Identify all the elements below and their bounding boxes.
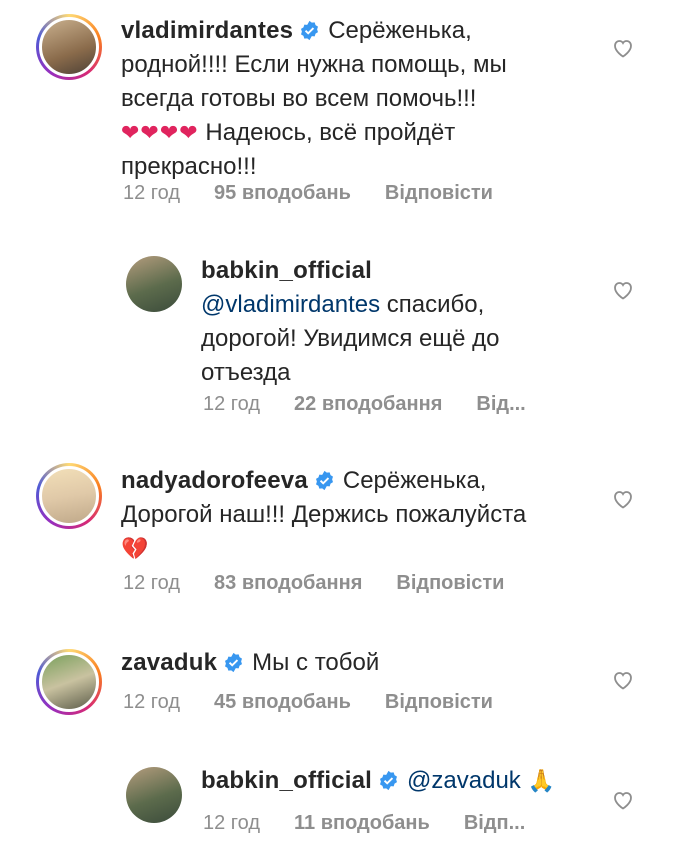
comment-time: 12 год [203,393,261,415]
heart-outline-icon[interactable] [611,668,635,692]
comment-body: babkin_official @vladimirdantes спасибо,… [201,254,531,390]
reply-button[interactable]: Відп... [464,812,525,835]
avatar[interactable] [126,256,182,312]
verified-badge-icon [301,20,319,41]
comment-text: Мы с тобой [252,649,380,676]
comment-meta: 12 год 11 вподобань Відп... [203,812,525,835]
broken-heart-emoji: 💔 [121,536,150,561]
likes-count[interactable]: 22 вподобання [294,393,442,416]
verified-badge-icon [315,470,333,491]
mention-link[interactable]: @zavaduk [407,767,521,794]
comment-body: vladimirdantes Серёженька, родной!!!! Есл… [121,14,571,184]
reply-button[interactable]: Відповісти [385,691,493,714]
comment-meta: 12 год 45 вподобань Відповісти [123,691,493,714]
likes-count[interactable]: 95 вподобань [214,182,351,205]
comment-meta: 12 год 22 вподобання Від... [203,393,526,416]
heart-outline-icon[interactable] [611,487,635,511]
verified-badge-icon [225,652,243,673]
heart-outline-icon[interactable] [611,278,635,302]
comment-username[interactable]: babkin_official [201,257,372,284]
avatar[interactable] [36,463,102,529]
praying-hands-emoji: 🙏 [527,768,556,793]
comment-body: zavaduk Мы с тобой [121,646,581,680]
comment-time: 12 год [123,182,181,204]
comment-meta: 12 год 83 вподобання Відповісти [123,572,504,595]
comment-time: 12 год [123,691,181,713]
avatar[interactable] [36,14,102,80]
reply-button[interactable]: Відповісти [385,182,493,205]
likes-count[interactable]: 83 вподобання [214,572,362,595]
likes-count[interactable]: 45 вподобань [214,691,351,714]
heart-outline-icon[interactable] [611,788,635,812]
mention-link[interactable]: @vladimirdantes [201,291,380,318]
comment-body: nadyadorofeeva Серёженька, Дорогой наш!!!… [121,464,581,566]
reply-button[interactable]: Від... [476,393,525,416]
comment-username[interactable]: nadyadorofeeva [121,467,308,494]
likes-count[interactable]: 11 вподобань [294,812,430,835]
comment-time: 12 год [203,812,261,834]
avatar[interactable] [126,767,182,823]
comment-meta: 12 год 95 вподобань Відповісти [123,182,493,205]
comment-username[interactable]: babkin_official [201,767,372,794]
heart-outline-icon[interactable] [611,36,635,60]
comment-username[interactable]: vladimirdantes [121,17,293,44]
reply-button[interactable]: Відповісти [396,572,504,595]
hearts-emoji: ❤❤❤❤ [121,120,199,145]
comment-username[interactable]: zavaduk [121,649,217,676]
comment-body: babkin_official @zavaduk 🙏 [201,764,601,798]
avatar[interactable] [36,649,102,715]
verified-badge-icon [380,770,398,791]
comment-time: 12 год [123,572,181,594]
